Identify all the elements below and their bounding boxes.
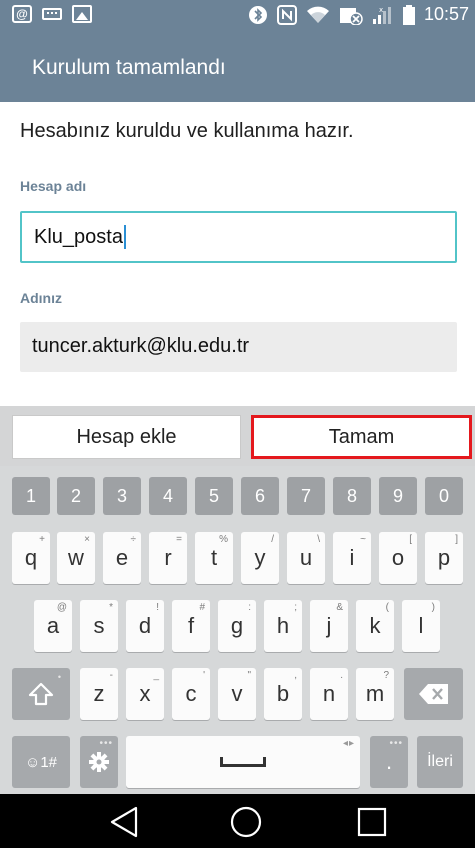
key-v[interactable]: v " <box>218 668 256 720</box>
key-1[interactable]: 1 <box>12 477 50 515</box>
key-d[interactable]: d! <box>126 600 164 652</box>
text-cursor <box>123 225 126 249</box>
key-9[interactable]: 9 <box>379 477 417 515</box>
key-t[interactable]: t% <box>195 532 233 584</box>
navigation-bar <box>0 794 475 848</box>
action-bar: Kurulum tamamlandı <box>0 32 475 102</box>
setup-complete-form: Hesabınız kuruldu ve kullanıma hazır. He… <box>0 102 475 406</box>
shift-icon <box>28 682 54 706</box>
key-3[interactable]: 3 <box>103 477 141 515</box>
key-e[interactable]: e ÷ <box>103 532 141 584</box>
account-name-field[interactable]: Klu_posta <box>20 211 457 263</box>
key-m[interactable]: m? <box>356 668 394 720</box>
key-0[interactable]: 0 <box>425 477 463 515</box>
battery-icon <box>402 4 415 25</box>
at-sign-icon: @ <box>12 5 32 23</box>
home-button[interactable] <box>228 804 264 840</box>
key-7[interactable]: 7 <box>287 477 325 515</box>
key-4[interactable]: 4 <box>149 477 187 515</box>
key-x[interactable]: x _ <box>126 668 164 720</box>
key-p[interactable]: p] <box>425 532 463 584</box>
button-bar: Hesap ekle Tamam <box>0 406 475 466</box>
space-key[interactable]: ◂▸ <box>126 736 360 788</box>
space-icon <box>220 757 266 767</box>
key-i[interactable]: i ~ <box>333 532 371 584</box>
back-icon <box>110 806 138 838</box>
key-u[interactable]: u \ <box>287 532 325 584</box>
key-6[interactable]: 6 <box>241 477 279 515</box>
key-b[interactable]: b, <box>264 668 302 720</box>
next-key[interactable]: İleri <box>417 736 463 788</box>
key-a[interactable]: a @ <box>34 600 72 652</box>
signal-icon: x <box>372 5 394 25</box>
backspace-key[interactable] <box>404 668 463 720</box>
back-button[interactable] <box>106 804 142 840</box>
nfc-icon <box>276 4 297 25</box>
key-h[interactable]: h; <box>264 600 302 652</box>
setup-message: Hesabınız kuruldu ve kullanıma hazır. <box>20 120 354 142</box>
recent-apps-button[interactable] <box>354 804 390 840</box>
home-icon <box>230 806 262 838</box>
on-screen-keyboard: 1 2 3 4 5 6 7 8 9 0 q + w × e ÷ r = t% y / u \… <box>0 466 475 794</box>
gear-icon <box>89 752 109 772</box>
your-name-field[interactable]: tuncer.akturk@klu.edu.tr <box>20 322 457 372</box>
key-l[interactable]: l) <box>402 600 440 652</box>
wifi-icon <box>306 5 330 25</box>
ok-button[interactable]: Tamam <box>251 415 472 459</box>
settings-key[interactable]: ••• <box>80 736 118 788</box>
keyboard-icon <box>42 8 62 20</box>
key-f[interactable]: f # <box>172 600 210 652</box>
key-k[interactable]: k( <box>356 600 394 652</box>
data-saver-icon <box>339 5 363 25</box>
status-bar: @ x 10:57 <box>0 0 475 32</box>
your-name-label: Adınız <box>20 290 62 306</box>
key-w[interactable]: w × <box>57 532 95 584</box>
shift-key[interactable]: • <box>12 668 70 720</box>
add-account-button[interactable]: Hesap ekle <box>12 415 241 459</box>
key-r[interactable]: r = <box>149 532 187 584</box>
key-y[interactable]: y / <box>241 532 279 584</box>
page-title: Kurulum tamamlandı <box>32 56 226 79</box>
key-z[interactable]: z- <box>80 668 118 720</box>
key-q[interactable]: q + <box>12 532 50 584</box>
key-n[interactable]: n. <box>310 668 348 720</box>
recent-apps-icon <box>357 807 387 837</box>
image-icon <box>72 5 92 23</box>
period-key[interactable]: . ••• <box>370 736 408 788</box>
key-o[interactable]: o[ <box>379 532 417 584</box>
key-5[interactable]: 5 <box>195 477 233 515</box>
clock: 10:57 <box>423 4 469 24</box>
key-j[interactable]: j & <box>310 600 348 652</box>
key-s[interactable]: s * <box>80 600 118 652</box>
key-8[interactable]: 8 <box>333 477 371 515</box>
backspace-icon <box>418 684 448 704</box>
key-g[interactable]: g: <box>218 600 256 652</box>
bluetooth-icon <box>248 5 268 25</box>
key-2[interactable]: 2 <box>57 477 95 515</box>
account-name-label: Hesap adı <box>20 178 87 194</box>
symbols-key[interactable]: ☺1# <box>12 736 70 788</box>
key-c[interactable]: c ' <box>172 668 210 720</box>
svg-text:x: x <box>379 6 383 14</box>
account-name-value: Klu_posta <box>34 225 123 248</box>
